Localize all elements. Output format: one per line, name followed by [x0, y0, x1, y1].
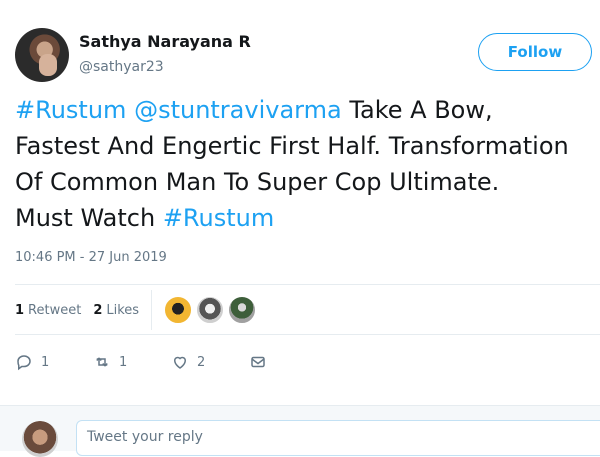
- tweet-text-line: Of Common Man To Super Cop Ultimate.: [15, 164, 600, 200]
- like-count: 2: [197, 354, 206, 370]
- hashtag-link[interactable]: #Rustum: [163, 204, 274, 232]
- divider: [15, 334, 600, 335]
- reply-input[interactable]: Tweet your reply: [76, 420, 600, 456]
- retweets-stat[interactable]: 1 Retweet: [15, 303, 81, 318]
- avatar-detail: [39, 54, 57, 76]
- reply-icon: [17, 355, 31, 371]
- dm-action[interactable]: [249, 353, 327, 371]
- like-icon: [173, 356, 187, 369]
- retweet-count: 1: [119, 354, 128, 370]
- likes-stat[interactable]: 2 Likes: [93, 303, 139, 318]
- reply-count: 1: [41, 354, 50, 370]
- hashtag-link[interactable]: #Rustum: [15, 96, 126, 124]
- reply-area: Tweet your reply: [0, 405, 600, 457]
- liker-avatar[interactable]: [196, 296, 225, 324]
- mention-link[interactable]: @stuntravivarma: [134, 96, 342, 124]
- retweets-label: Retweet: [28, 302, 82, 318]
- stats-separator: [151, 290, 153, 330]
- tweet-text-segment: Of Common Man To Super Cop Ultimate.: [15, 168, 500, 196]
- tweet-text-line: Fastest And Engertic First Half. Transfo…: [15, 128, 600, 164]
- retweet-action[interactable]: 1: [93, 353, 171, 371]
- current-user-avatar: [22, 421, 58, 457]
- tweet-actions: 1 1 2: [15, 348, 600, 376]
- tweet-text-line: #Rustum @stuntravivarma Take A Bow,: [15, 92, 600, 128]
- tweet-text-segment: Fastest And Engertic First Half. Transfo…: [15, 132, 569, 160]
- reply-action[interactable]: 1: [15, 353, 93, 371]
- tweet-text-line: Must Watch #Rustum: [15, 200, 600, 236]
- tweet-stats: 1 Retweet 2 Likes: [15, 286, 600, 334]
- liker-avatar[interactable]: [228, 296, 257, 324]
- like-action[interactable]: 2: [171, 353, 249, 371]
- retweets-count: 1: [15, 302, 25, 318]
- follow-button[interactable]: Follow: [478, 33, 592, 71]
- dm-icon: [251, 356, 265, 368]
- tweet-timestamp[interactable]: 10:46 PM - 27 Jun 2019: [15, 250, 167, 265]
- likes-label: Likes: [106, 302, 140, 318]
- tweet-text-segment: Take A Bow,: [341, 96, 493, 124]
- tweet-text-segment: [126, 96, 134, 124]
- author-name[interactable]: Sathya Narayana R: [79, 32, 251, 51]
- retweet-icon: [96, 357, 108, 367]
- tweet-text: #Rustum @stuntravivarma Take A Bow, Faste…: [15, 92, 600, 236]
- author-handle[interactable]: @sathyar23: [79, 59, 164, 75]
- tweet-text-segment: Must Watch: [15, 204, 163, 232]
- likes-count: 2: [93, 302, 103, 318]
- divider: [15, 284, 600, 285]
- author-avatar[interactable]: [15, 28, 69, 82]
- tweet-header: Sathya Narayana R @sathyar23 Follow: [15, 25, 600, 85]
- liker-avatar[interactable]: [164, 296, 193, 324]
